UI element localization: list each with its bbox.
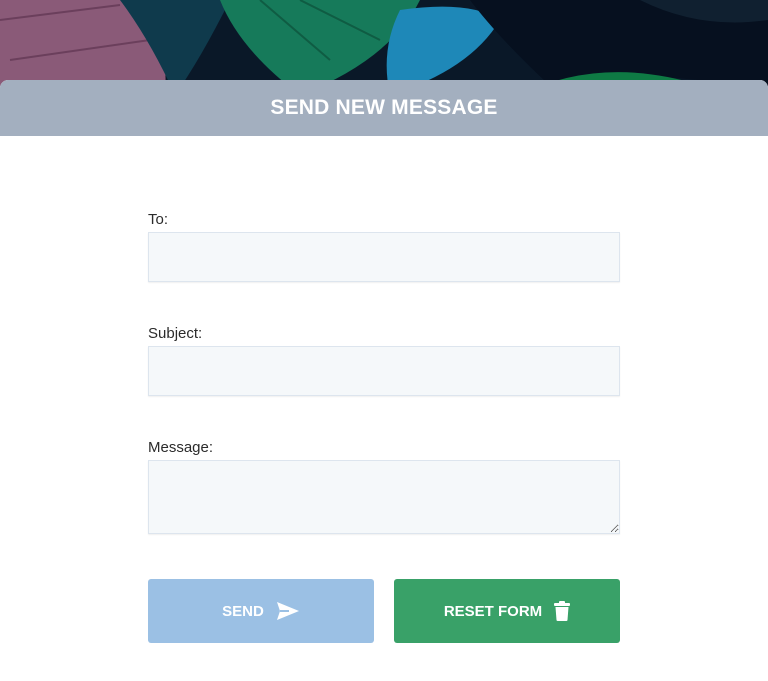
trash-icon [554,601,571,621]
message-label: Message: [148,439,214,456]
to-label: To: [148,211,169,228]
send-button[interactable]: SEND [148,579,374,643]
to-input[interactable] [148,232,620,282]
reset-button-label: RESET FORM [443,602,543,620]
subject-label: Subject: [148,325,203,342]
send-button-label: SEND [222,602,264,620]
to-field-group: To: [148,210,620,282]
subject-input[interactable] [148,346,620,396]
message-field-group: Message: [148,438,620,534]
message-card: SEND NEW MESSAGE To: Subject: Message: S… [0,80,768,681]
page-title: SEND NEW MESSAGE [270,96,498,119]
card-header: SEND NEW MESSAGE [0,80,768,136]
subject-field-group: Subject: [148,324,620,396]
reset-form-button[interactable]: RESET FORM [394,579,620,643]
paper-plane-icon [276,602,299,620]
message-textarea[interactable] [148,460,620,534]
